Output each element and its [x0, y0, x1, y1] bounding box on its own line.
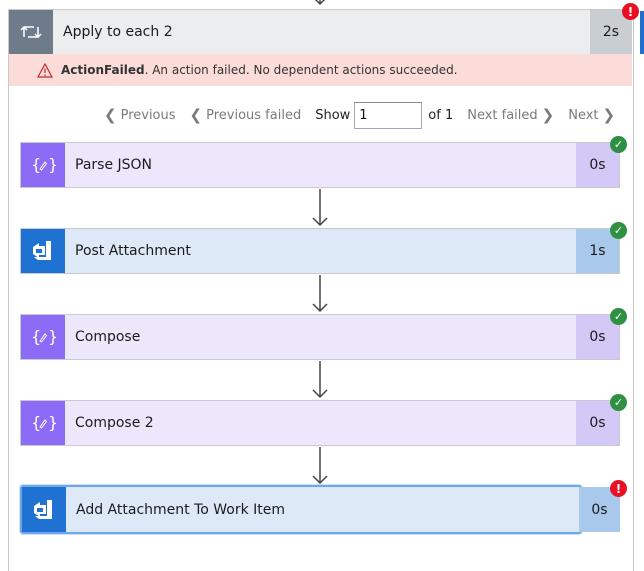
action-compose-2[interactable]: {} Compose 2 0s: [20, 400, 620, 446]
previous-failed-button[interactable]: ❮ Previous failed: [190, 106, 302, 124]
connector-arrow: [312, 189, 328, 227]
action-add-attachment-to-work-item[interactable]: Add Attachment To Work Item: [20, 485, 582, 534]
error-code: ActionFailed: [61, 63, 145, 77]
next-failed-label: Next failed: [467, 107, 538, 123]
data-operation-icon: {}: [21, 401, 65, 445]
azure-devops-icon: [22, 487, 66, 532]
show-label: Show: [315, 107, 351, 123]
svg-text:}: }: [48, 327, 56, 346]
action-title: Add Attachment To Work Item: [66, 487, 580, 532]
success-check-icon: ✓: [610, 222, 627, 239]
azure-devops-icon: [21, 229, 65, 273]
svg-text:}: }: [48, 413, 56, 432]
chevron-left-icon: ❮: [189, 106, 203, 124]
loop-header-apply-to-each[interactable]: Apply to each 2 2s: [9, 10, 632, 54]
warning-icon: [37, 62, 53, 78]
action-post-attachment[interactable]: Post Attachment 1s: [20, 228, 620, 274]
connector-arrow: [312, 447, 328, 485]
action-title: Post Attachment: [65, 229, 576, 273]
action-compose[interactable]: {} Compose 0s: [20, 314, 620, 360]
error-message: . An action failed. No dependent actions…: [144, 63, 458, 77]
previous-label: Previous: [120, 107, 176, 123]
svg-text:{: {: [31, 327, 41, 346]
svg-text:}: }: [48, 155, 56, 174]
previous-failed-label: Previous failed: [206, 107, 302, 123]
next-failed-button[interactable]: Next failed ❯: [467, 106, 554, 124]
iteration-input[interactable]: [354, 101, 423, 129]
error-banner: ActionFailed . An action failed. No depe…: [9, 54, 632, 86]
next-button[interactable]: Next ❯: [568, 106, 615, 124]
error-badge-icon: !: [610, 480, 627, 497]
success-check-icon: ✓: [610, 136, 627, 153]
chevron-left-icon: ❮: [104, 106, 117, 124]
connector-arrow-top: [314, 0, 326, 6]
svg-text:{: {: [31, 155, 41, 174]
next-label: Next: [568, 107, 599, 123]
chevron-right-icon: ❯: [602, 106, 616, 124]
svg-text:{: {: [31, 413, 41, 432]
loop-title: Apply to each 2: [63, 24, 173, 40]
previous-button[interactable]: ❮ Previous: [104, 106, 176, 124]
iteration-pager: ❮ Previous ❮ Previous failed Show of 1 N…: [104, 101, 629, 129]
connector-arrow: [312, 275, 328, 313]
action-title: Compose 2: [65, 401, 576, 445]
action-title: Parse JSON: [65, 143, 576, 187]
side-panel-edge: [640, 11, 644, 54]
chevron-right-icon: ❯: [541, 106, 555, 124]
data-operation-icon: {}: [21, 315, 65, 359]
loop-icon: [9, 10, 53, 54]
action-parse-json[interactable]: {} Parse JSON 0s: [20, 142, 620, 188]
success-check-icon: ✓: [610, 394, 627, 411]
data-operation-icon: {}: [21, 143, 65, 187]
action-title: Compose: [65, 315, 576, 359]
error-badge-icon: !: [622, 3, 639, 20]
success-check-icon: ✓: [610, 308, 627, 325]
connector-arrow: [312, 361, 328, 399]
of-count-label: of 1: [428, 107, 454, 123]
